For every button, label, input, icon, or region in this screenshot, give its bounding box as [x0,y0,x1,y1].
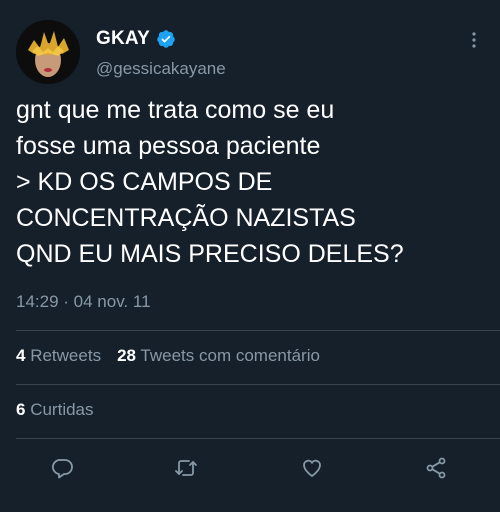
reply-icon [52,459,73,479]
divider [16,384,500,385]
likes-label: Curtidas [30,400,94,419]
author-name[interactable]: GKAY [96,28,150,50]
quotes-label: Tweets com comentário [140,346,320,365]
quotes-count: 28 [117,346,136,365]
more-options-icon[interactable] [466,30,482,50]
divider [16,438,500,439]
verified-badge-icon [157,30,175,48]
tweet-text: gnt que me trata como se eu fosse uma pe… [16,96,404,268]
share-button[interactable] [422,454,450,482]
likes-stat[interactable]: 6 Curtidas [16,400,94,420]
retweet-icon [175,460,197,476]
tweet-timestamp[interactable]: 14:29 · 04 nov. 11 [16,292,151,312]
share-icon [426,457,446,479]
author-handle[interactable]: @gessicakayane [96,59,226,79]
avatar-image [16,20,80,84]
retweets-count: 4 [16,346,26,365]
retweets-label: Retweets [30,346,102,365]
like-button[interactable] [298,454,326,482]
heart-icon [303,459,321,477]
reply-button[interactable] [49,454,77,482]
quotes-stat[interactable]: 28 Tweets com comentário [117,346,320,366]
avatar[interactable] [16,20,80,84]
engagement-stats: 4 Retweets 28 Tweets com comentário [16,346,336,366]
divider [16,330,500,331]
author-name-row[interactable]: GKAY [96,28,176,50]
likes-count: 6 [16,400,26,419]
retweets-stat[interactable]: 4 Retweets [16,346,101,366]
retweet-button[interactable] [172,454,200,482]
action-bar [0,450,500,486]
tweet-card: GKAY @gessicakayane gnt que me trata com… [0,0,500,512]
